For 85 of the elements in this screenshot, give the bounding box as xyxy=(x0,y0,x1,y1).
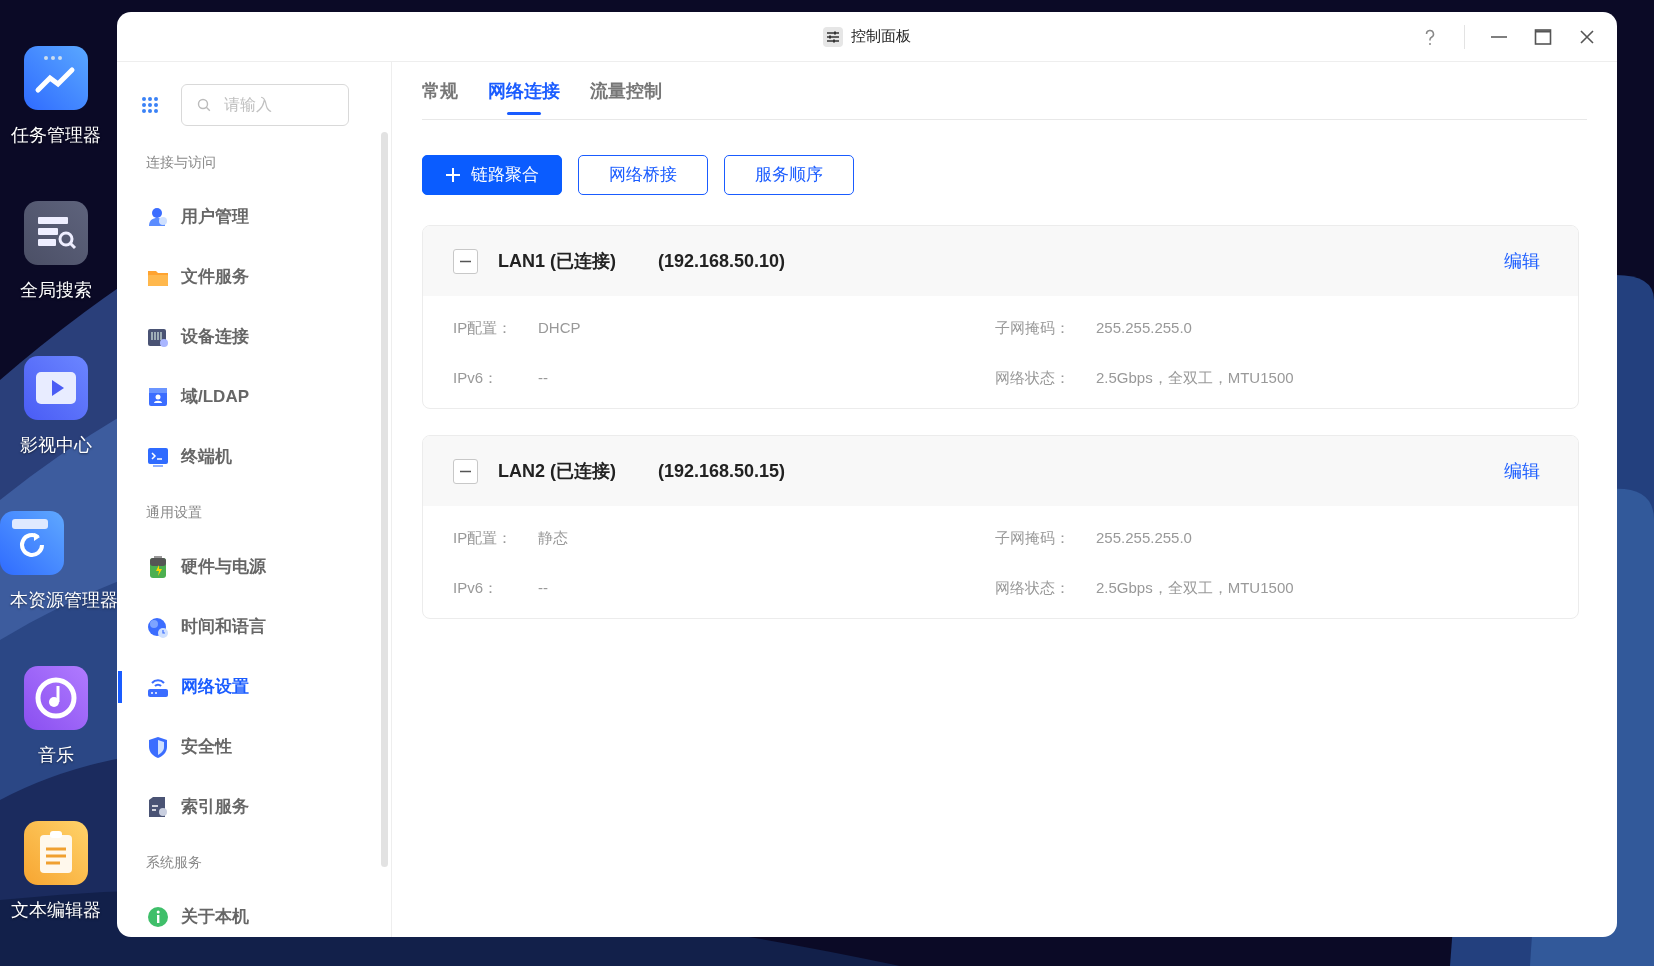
sidebar-item[interactable]: 设备连接 xyxy=(117,307,391,367)
sidebar-item[interactable]: 网络设置 xyxy=(117,657,391,717)
field-label: IPv6： xyxy=(453,578,499,598)
field-value: 2.5Gbps，全双工，MTU1500 xyxy=(1096,578,1295,598)
field-label: 子网掩码： xyxy=(995,318,1071,338)
item-label: 用户管理 xyxy=(181,206,249,229)
section-heading: 通用设置 xyxy=(145,502,203,522)
globe-icon xyxy=(147,616,169,638)
window-title: 控制面板 xyxy=(851,26,911,47)
item-label: 网络设置 xyxy=(181,676,249,699)
plus-icon xyxy=(445,167,461,183)
sidebar-item[interactable]: 终端机 xyxy=(117,427,391,487)
item-label: 硬件与电源 xyxy=(181,556,266,579)
sidebar-item[interactable]: 索引服务 xyxy=(117,777,391,837)
edit-link[interactable]: 编辑 xyxy=(1504,247,1540,275)
app-label[interactable]: 音乐 xyxy=(38,746,74,764)
field-value: 255.255.255.0 xyxy=(1096,528,1193,548)
app-label[interactable]: 任务管理器 xyxy=(11,126,101,144)
sidebar-item[interactable]: 域/LDAP xyxy=(117,367,391,427)
collapse-toggle[interactable] xyxy=(453,458,478,484)
search-icon xyxy=(197,97,211,112)
field-label: IP配置： xyxy=(453,528,514,548)
edit-link[interactable]: 编辑 xyxy=(1504,457,1540,485)
sidebar-item[interactable]: 硬件与电源 xyxy=(117,537,391,597)
sidebar-item[interactable]: 文件服务 xyxy=(117,247,391,307)
item-label: 域/LDAP xyxy=(181,386,249,409)
interface-name: LAN2 (已连接) xyxy=(498,459,617,483)
add-button[interactable]: 链路聚合 xyxy=(422,155,562,195)
field-value: 2.5Gbps，全双工，MTU1500 xyxy=(1096,368,1295,388)
settings-icon xyxy=(823,26,843,47)
item-label: 安全性 xyxy=(181,736,232,759)
field-label: 网络状态： xyxy=(995,578,1071,598)
tab[interactable]: 流量控制 xyxy=(590,78,662,119)
notepad-icon[interactable] xyxy=(24,821,88,885)
field-label: IPv6： xyxy=(453,368,499,388)
item-label: 时间和语言 xyxy=(181,616,266,639)
sidebar-item[interactable]: 时间和语言 xyxy=(117,597,391,657)
field-value: 255.255.255.0 xyxy=(1096,318,1193,338)
field-label: IP配置： xyxy=(453,318,514,338)
id-card-icon xyxy=(147,386,169,408)
app-label[interactable]: 本资源管理器 xyxy=(0,591,118,609)
item-label: 关于本机 xyxy=(181,906,249,929)
document-search-icon xyxy=(147,796,169,818)
app-label[interactable]: 影视中心 xyxy=(20,436,92,454)
field-value: -- xyxy=(538,578,549,598)
chart-icon[interactable] xyxy=(24,46,88,110)
sidebar-item[interactable]: 用户管理 xyxy=(117,187,391,247)
ip-address: (192.168.50.15) xyxy=(658,459,786,483)
ip-address: (192.168.50.10) xyxy=(658,249,786,273)
scrollbar[interactable] xyxy=(381,132,388,867)
info-icon xyxy=(147,906,169,928)
sidebar-item[interactable]: 关于本机 xyxy=(117,887,391,937)
terminal-icon xyxy=(147,446,169,468)
tab[interactable]: 常规 xyxy=(422,78,458,119)
sidebar-item[interactable]: 安全性 xyxy=(117,717,391,777)
tab[interactable]: 网络连接 xyxy=(488,78,560,119)
field-value: -- xyxy=(538,368,549,388)
user-icon xyxy=(147,206,169,228)
action-button[interactable]: 网络桥接 xyxy=(578,155,708,195)
item-label: 文件服务 xyxy=(181,266,249,289)
video-icon[interactable] xyxy=(24,356,88,420)
section-heading: 连接与访问 xyxy=(145,152,217,172)
router-icon xyxy=(147,676,169,698)
interface-name: LAN1 (已连接) xyxy=(498,249,617,273)
item-label: 索引服务 xyxy=(181,796,249,819)
item-label: 终端机 xyxy=(181,446,232,469)
app-label[interactable]: 全局搜索 xyxy=(20,281,92,299)
device-icon xyxy=(147,326,169,348)
music-icon[interactable] xyxy=(24,666,88,730)
field-label: 网络状态： xyxy=(995,368,1071,388)
folder-icon[interactable] xyxy=(0,511,64,575)
field-value: 静态 xyxy=(538,528,569,548)
item-label: 设备连接 xyxy=(181,326,249,349)
section-heading: 系统服务 xyxy=(145,852,203,872)
battery-icon xyxy=(147,556,169,578)
collapse-toggle[interactable] xyxy=(453,248,478,274)
search-icon[interactable] xyxy=(24,201,88,265)
shield-icon xyxy=(147,736,169,758)
action-button[interactable]: 服务顺序 xyxy=(724,155,854,195)
field-label: 子网掩码： xyxy=(995,528,1071,548)
maximize-icon[interactable] xyxy=(1533,27,1553,47)
app-label[interactable]: 文本编辑器 xyxy=(11,901,101,919)
search-field[interactable]: 请输入 xyxy=(181,83,349,126)
field-value: DHCP xyxy=(538,318,582,338)
apps-icon[interactable] xyxy=(141,95,159,114)
